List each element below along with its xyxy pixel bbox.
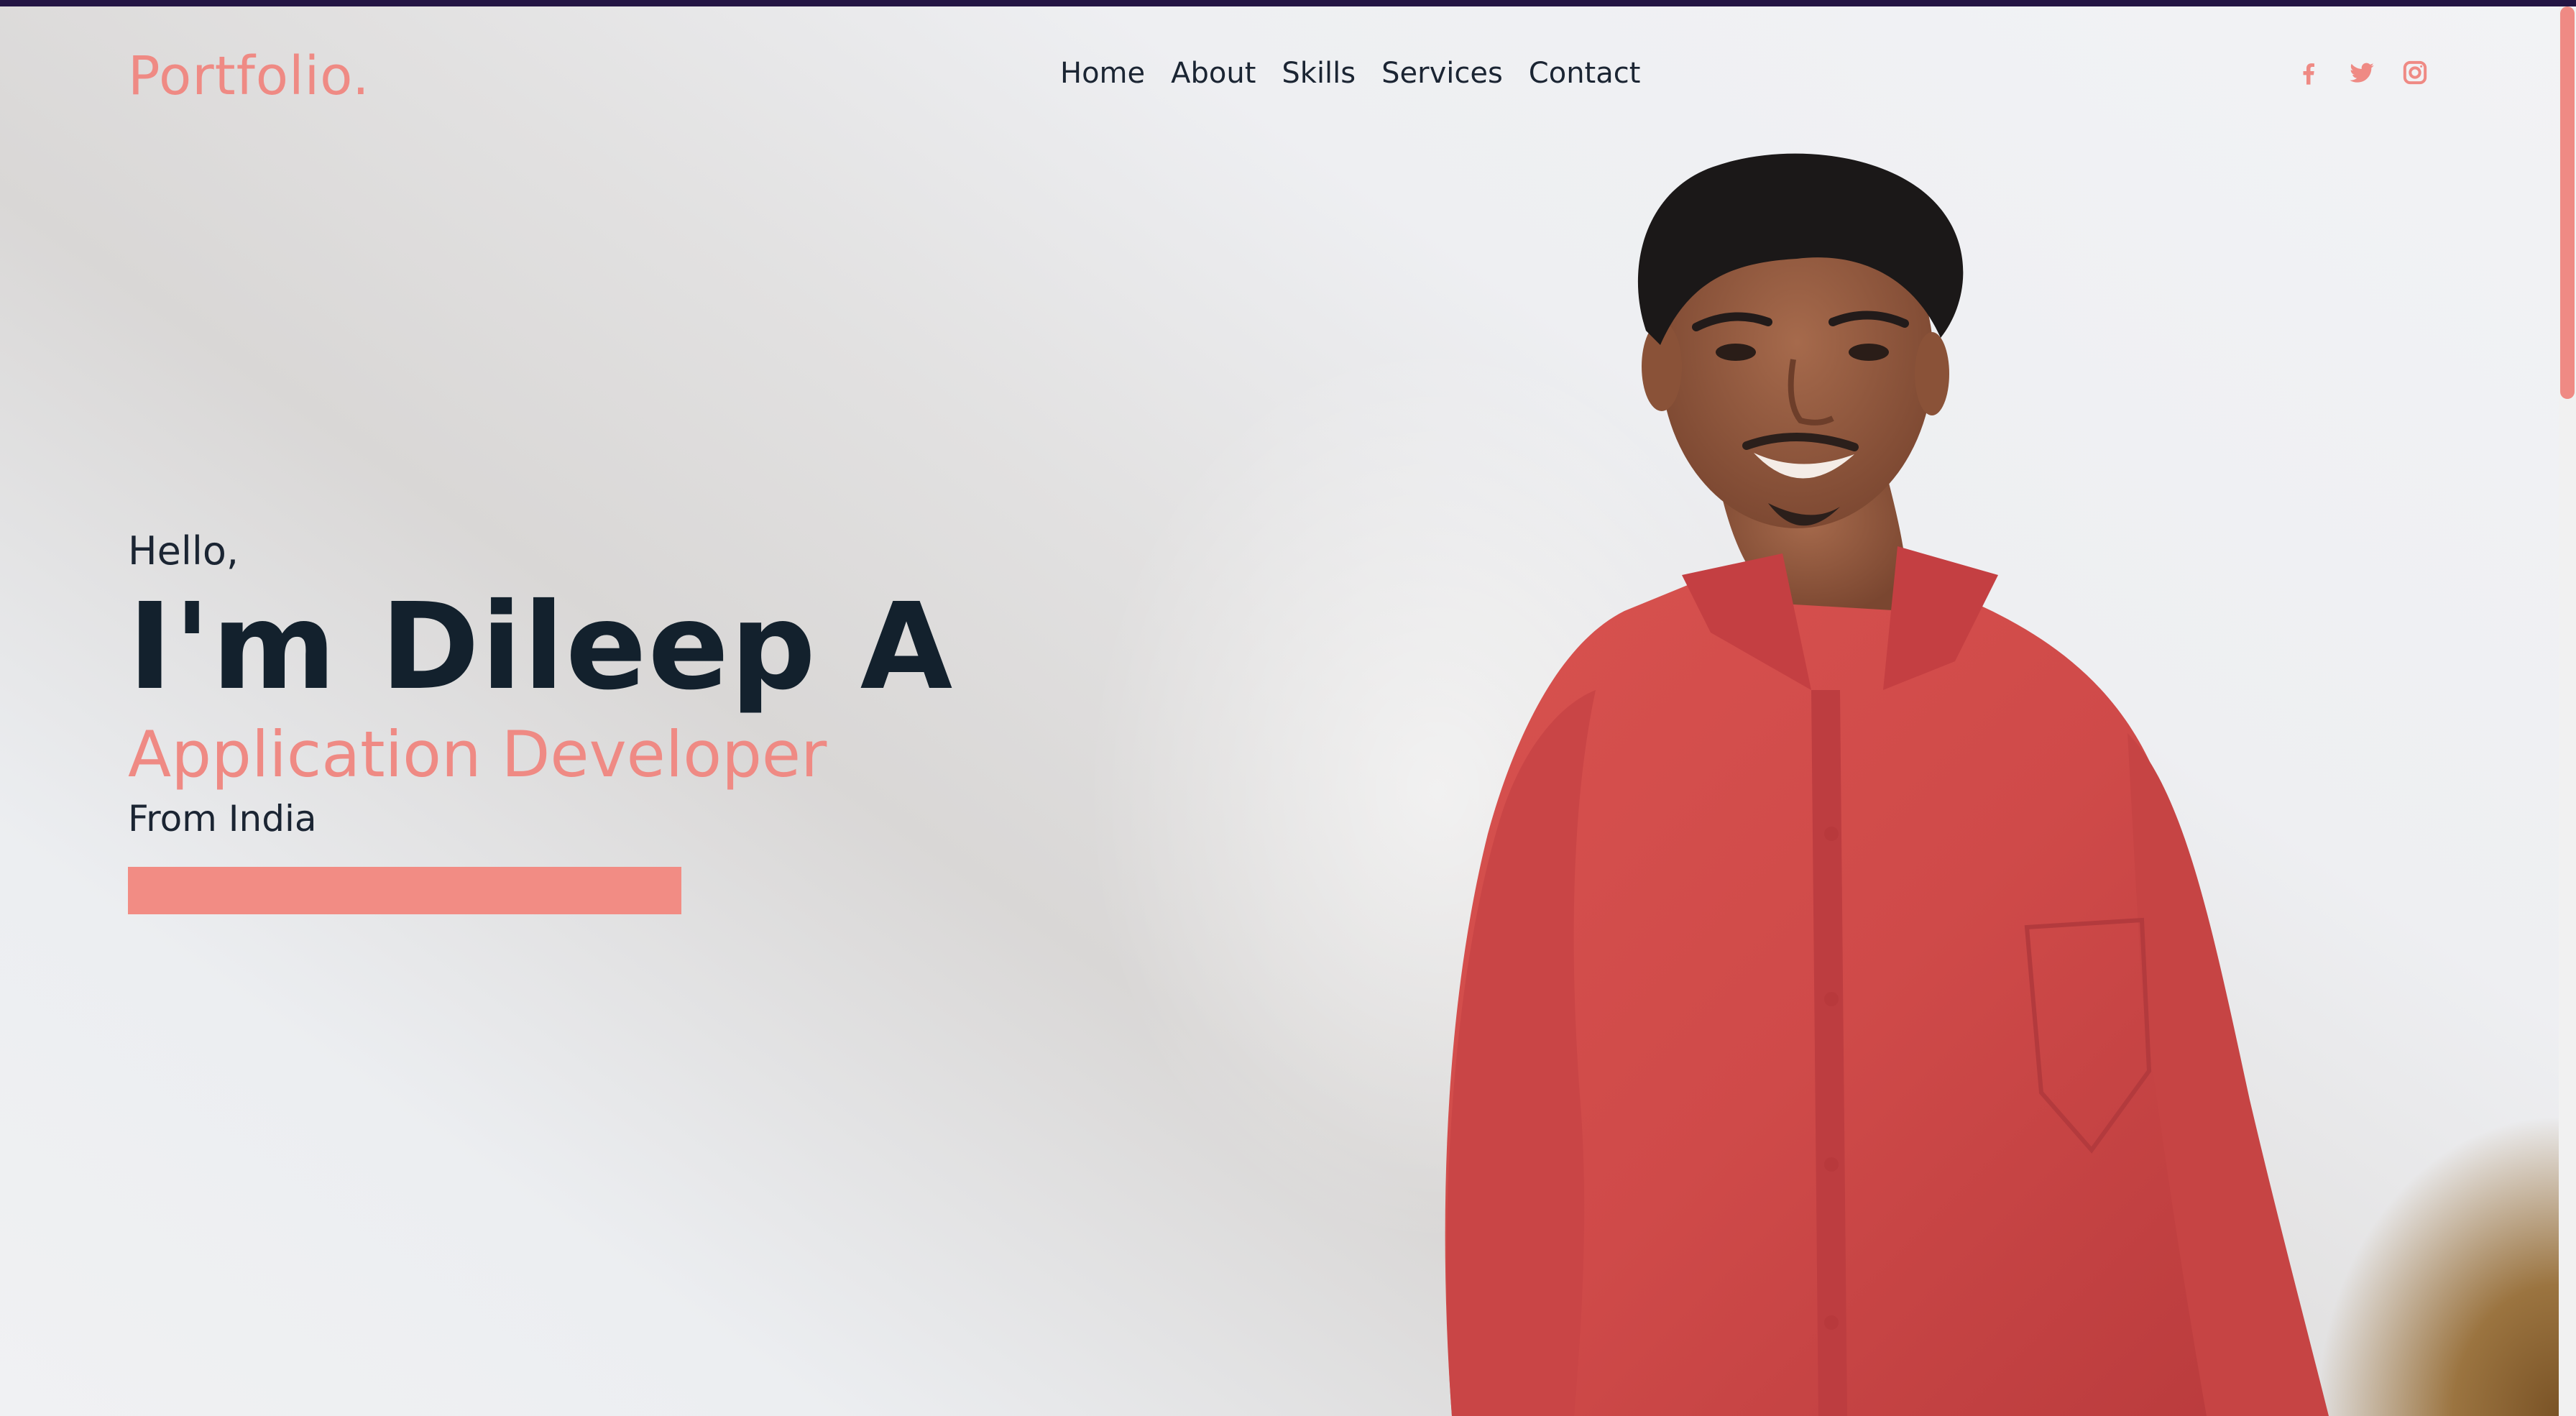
nav-home[interactable]: Home <box>1060 57 1145 90</box>
hero-role: Application Developer <box>128 717 827 791</box>
hero-location: From India <box>128 798 317 840</box>
navbar: Portfolio. Home About Skills Services Co… <box>0 6 2559 136</box>
social-links <box>2294 58 2429 87</box>
nav-contact[interactable]: Contact <box>1529 57 1641 90</box>
nav-about[interactable]: About <box>1171 57 1256 90</box>
facebook-icon[interactable] <box>2294 58 2323 87</box>
hero-name: I'm Dileep A <box>128 578 954 717</box>
twitter-icon[interactable] <box>2347 58 2376 87</box>
nav-services[interactable]: Services <box>1381 57 1503 90</box>
page-scrollbar[interactable] <box>2559 6 2576 1416</box>
profile-photo <box>1445 153 2329 1416</box>
hero-cta-button[interactable] <box>128 867 681 914</box>
hero-greeting: Hello, <box>128 528 239 574</box>
nav-skills[interactable]: Skills <box>1282 57 1356 90</box>
instagram-icon[interactable] <box>2401 58 2429 87</box>
main-menu: Home About Skills Services Contact <box>1060 57 1640 90</box>
site-logo[interactable]: Portfolio. <box>128 45 370 107</box>
hero-section: Hello, I'm Dileep A Application Develope… <box>128 532 1134 914</box>
top-accent-bar <box>0 0 2576 6</box>
scrollbar-thumb[interactable] <box>2560 6 2575 399</box>
